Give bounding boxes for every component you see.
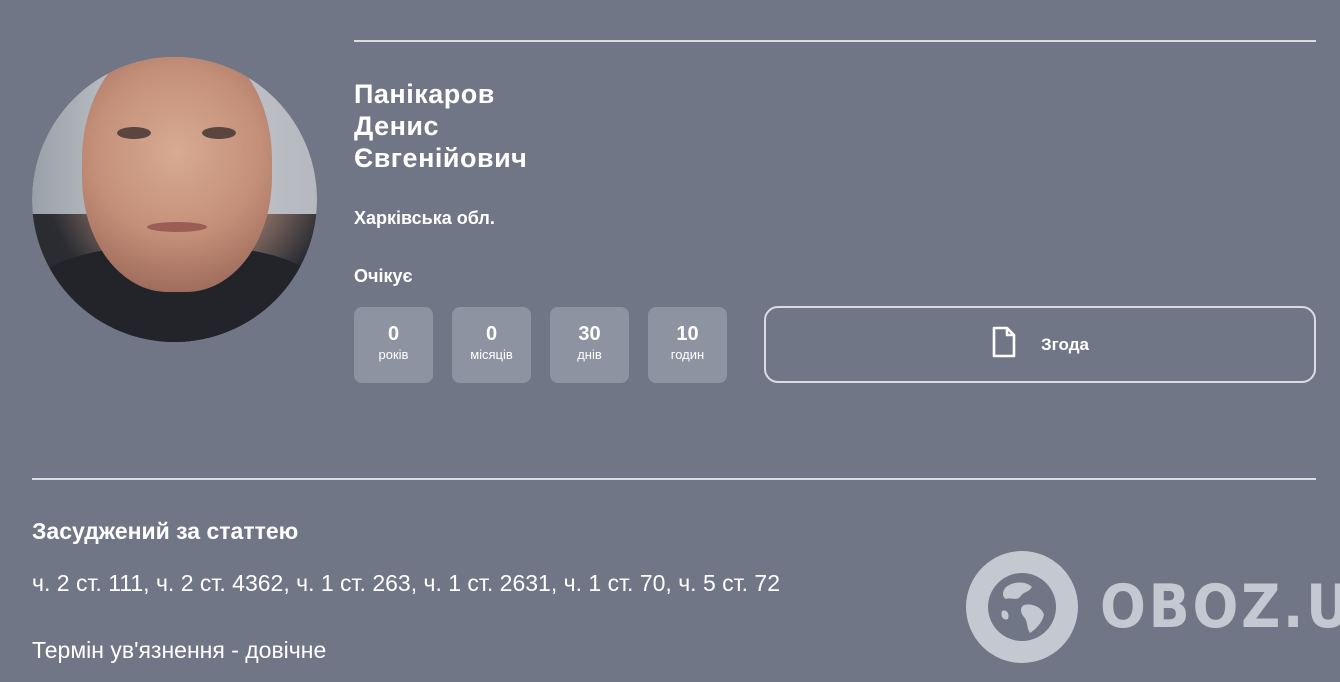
document-icon bbox=[991, 326, 1017, 363]
surname: Панікаров bbox=[354, 79, 495, 109]
first-name: Денис bbox=[354, 111, 440, 141]
counter-value: 30 bbox=[578, 323, 601, 345]
counter-days: 30 днів bbox=[550, 307, 629, 383]
counter-unit: років bbox=[378, 347, 409, 362]
counter-months: 0 місяців bbox=[452, 307, 531, 383]
counter-unit: годин bbox=[670, 347, 705, 362]
counter-years: 0 років bbox=[354, 307, 433, 383]
counter-value: 10 bbox=[676, 323, 699, 345]
globe-icon bbox=[966, 551, 1078, 663]
counter-unit: днів bbox=[577, 347, 602, 362]
watermark: OBOZ.UA bbox=[966, 551, 1340, 663]
region-label: Харківська обл. bbox=[354, 208, 495, 228]
top-divider bbox=[354, 40, 1316, 42]
patronymic: Євгенійович bbox=[354, 143, 528, 173]
consent-button[interactable]: Згода bbox=[764, 306, 1316, 383]
term-label: Термін ув'язнення - довічне bbox=[32, 637, 327, 663]
avatar bbox=[32, 57, 317, 342]
counter-value: 0 bbox=[485, 323, 498, 345]
status-label: Очікує bbox=[354, 266, 413, 286]
watermark-text: OBOZ.UA bbox=[1100, 572, 1340, 642]
articles-list: ч. 2 ст. 111, ч. 2 ст. 4362, ч. 1 ст. 26… bbox=[32, 570, 780, 596]
counter-unit: місяців bbox=[470, 347, 513, 362]
counter-hours: 10 годин bbox=[648, 307, 727, 383]
consent-label: Згода bbox=[1041, 334, 1089, 354]
sentence-title: Засуджений за статтею bbox=[32, 518, 299, 544]
person-name: Панікаров Денис Євгенійович bbox=[354, 78, 527, 174]
counter-value: 0 bbox=[387, 323, 400, 345]
section-divider bbox=[32, 478, 1316, 480]
